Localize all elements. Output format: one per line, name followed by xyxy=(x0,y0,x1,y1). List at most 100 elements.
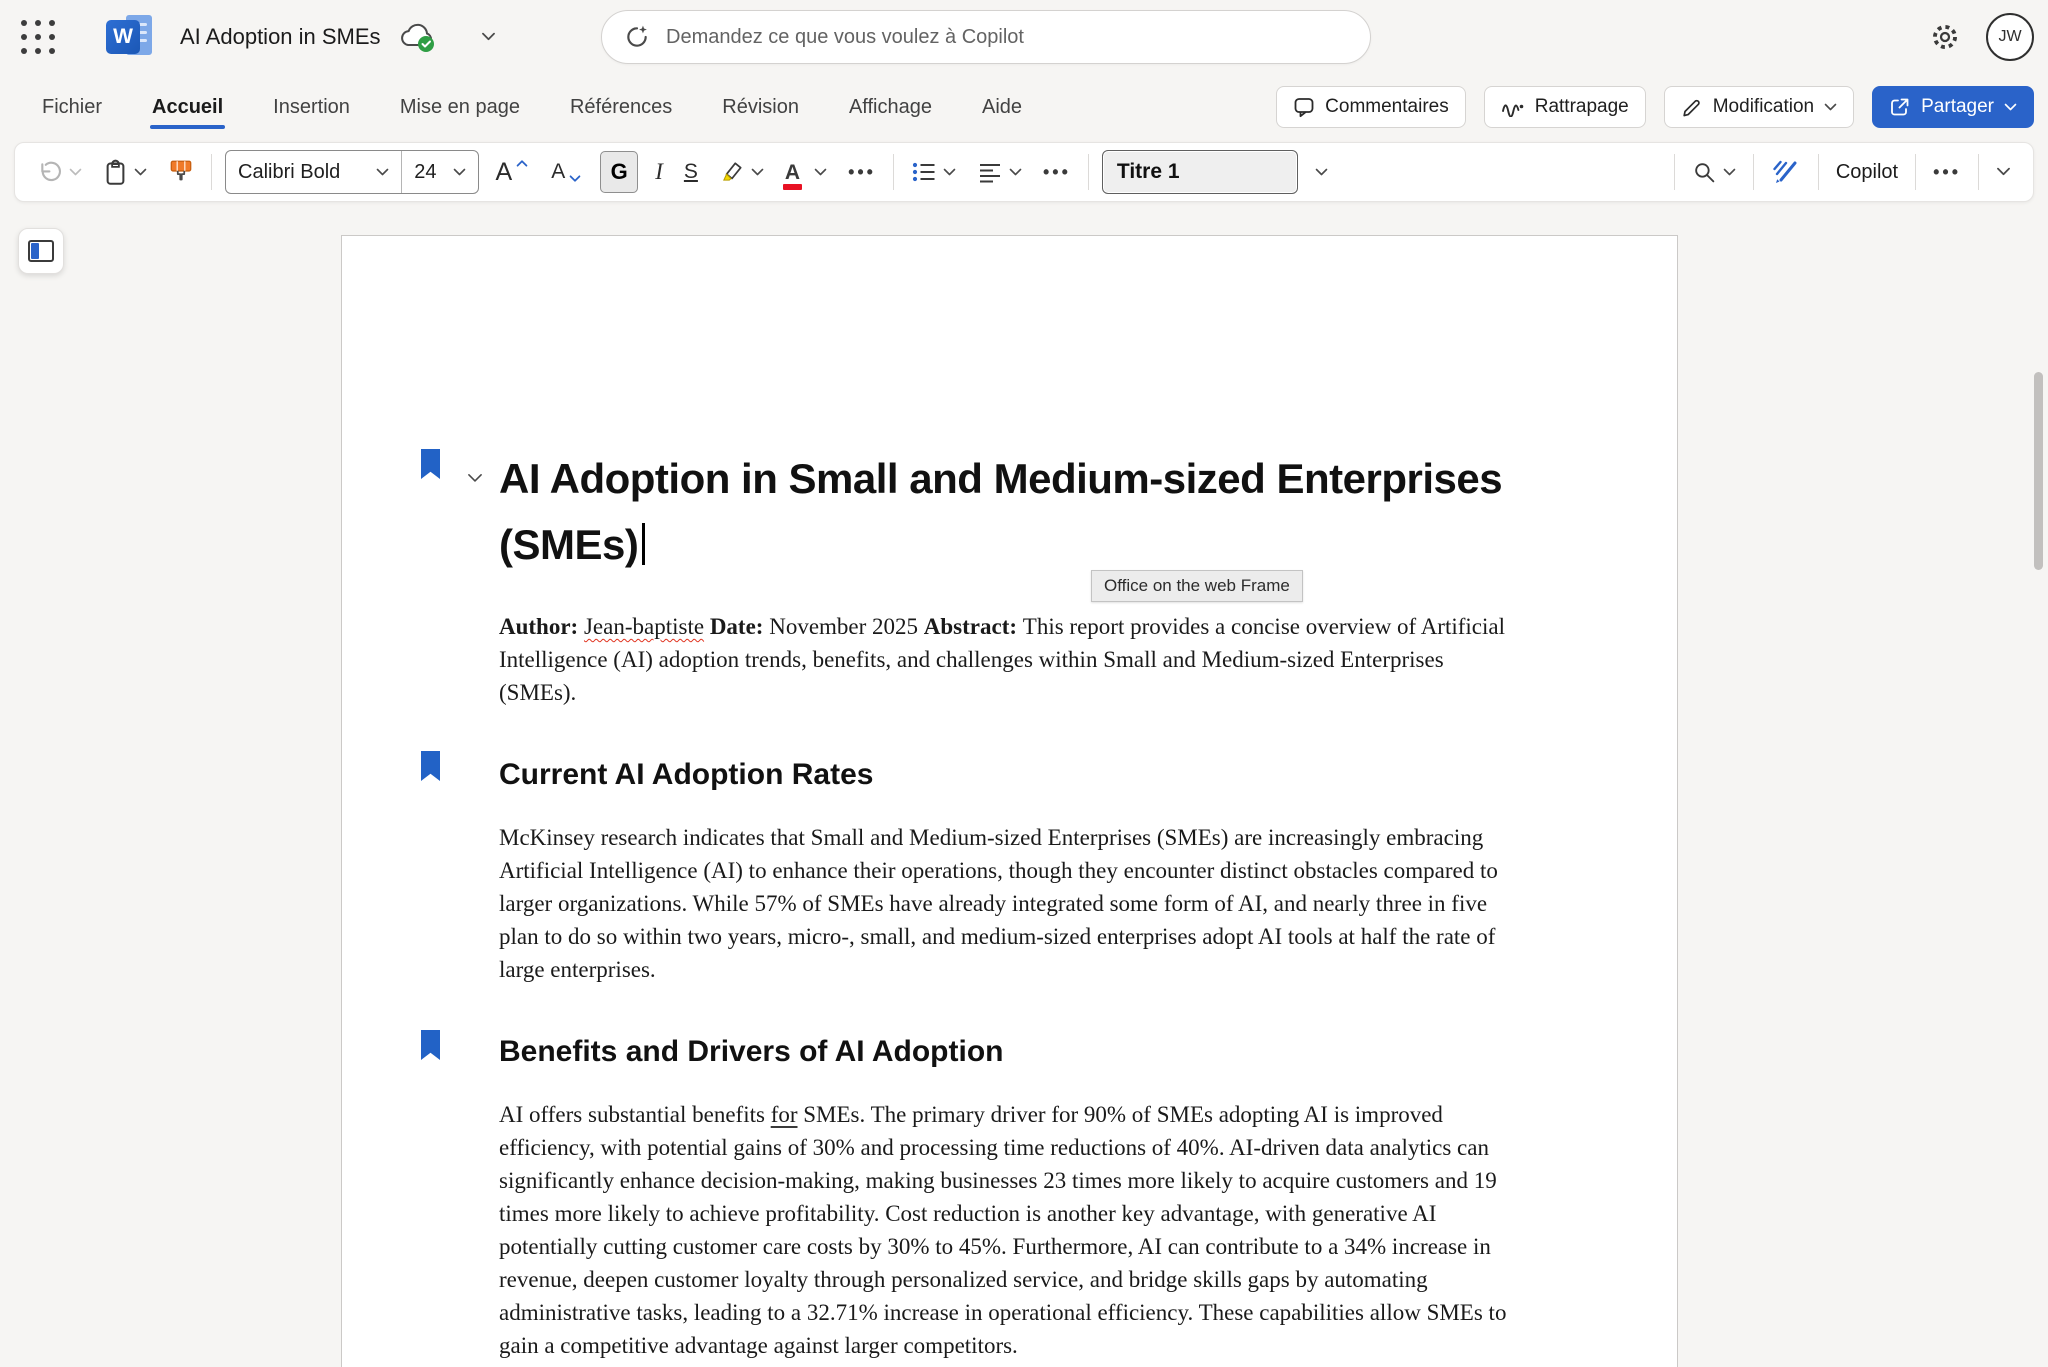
section-heading[interactable]: Current AI Adoption Rates xyxy=(499,756,1514,794)
ribbon-collapse-button[interactable] xyxy=(1992,163,2015,181)
chevron-down-icon xyxy=(943,168,956,177)
document-title[interactable]: AI Adoption in SMEs xyxy=(180,24,381,50)
document-page[interactable]: AI Adoption in Small and Medium-sized En… xyxy=(341,235,1678,1367)
heading-bookmark-icon xyxy=(421,751,440,781)
tab-accueil[interactable]: Accueil xyxy=(150,88,225,127)
editing-mode-button[interactable]: Modification xyxy=(1664,86,1854,128)
tab-insertion[interactable]: Insertion xyxy=(271,88,352,127)
chevron-down-icon xyxy=(1009,168,1022,177)
chevron-down-icon xyxy=(569,175,581,183)
pencil-icon xyxy=(1681,96,1703,118)
copilot-ribbon-button[interactable]: Copilot xyxy=(1832,157,1902,188)
divider xyxy=(1674,154,1675,190)
font-name-select[interactable]: Calibri Bold xyxy=(226,161,401,184)
section-paragraph[interactable]: AI offers substantial benefits for SMEs.… xyxy=(499,1098,1514,1362)
saved-to-cloud-icon xyxy=(397,19,439,55)
alignment-button[interactable] xyxy=(973,156,1026,188)
find-button[interactable] xyxy=(1688,156,1740,189)
chevron-down-icon xyxy=(1315,168,1328,177)
share-icon xyxy=(1889,96,1911,118)
divider xyxy=(1753,154,1754,190)
format-painter-button[interactable] xyxy=(164,154,198,190)
font-color-icon: A xyxy=(785,162,800,183)
settings-gear-icon[interactable] xyxy=(1930,22,1960,52)
account-avatar[interactable]: JW xyxy=(1986,13,2034,61)
tab-revision[interactable]: Révision xyxy=(720,88,801,127)
tab-fichier[interactable]: Fichier xyxy=(40,88,104,127)
search-icon xyxy=(1692,160,1717,185)
tab-affichage[interactable]: Affichage xyxy=(847,88,934,127)
chevron-down-icon xyxy=(814,168,827,177)
app-launcher-icon[interactable] xyxy=(16,15,60,59)
share-button[interactable]: Partager xyxy=(1872,86,2034,128)
copilot-icon xyxy=(624,24,650,50)
copilot-search-input[interactable] xyxy=(666,26,1348,49)
tab-mise-en-page[interactable]: Mise en page xyxy=(398,88,522,127)
divider xyxy=(1088,154,1089,190)
format-painter-icon xyxy=(168,158,194,186)
vertical-scrollbar-thumb[interactable] xyxy=(2034,372,2043,570)
editor-pen-icon xyxy=(1771,158,1801,186)
chevron-down-icon xyxy=(134,168,147,177)
italic-button[interactable]: I xyxy=(651,155,667,189)
chevron-down-icon xyxy=(2004,103,2017,112)
style-select[interactable]: Titre 1 xyxy=(1102,150,1298,194)
chevron-down-icon xyxy=(1723,168,1736,177)
heading-bookmark-icon xyxy=(421,1030,440,1060)
clipboard-icon xyxy=(103,159,128,186)
chevron-down-icon xyxy=(69,168,82,177)
copilot-search-box[interactable] xyxy=(601,10,1371,64)
chevron-up-icon xyxy=(516,159,528,167)
bullet-list-icon xyxy=(911,160,937,184)
section-heading[interactable]: Benefits and Drivers of AI Adoption xyxy=(499,1033,1514,1071)
divider xyxy=(1818,154,1819,190)
undo-button[interactable] xyxy=(33,155,86,189)
tab-aide[interactable]: Aide xyxy=(980,88,1024,127)
chevron-down-icon xyxy=(376,168,389,177)
divider xyxy=(211,154,212,190)
chevron-down-icon xyxy=(1824,103,1837,112)
paste-button[interactable] xyxy=(99,155,151,190)
bold-button[interactable]: G xyxy=(600,151,638,193)
heading-collapse-chevron[interactable] xyxy=(467,473,483,484)
doc-meta-paragraph[interactable]: Author: Jean-baptiste Date: November 202… xyxy=(499,610,1514,709)
pulse-icon xyxy=(1501,97,1525,117)
divider xyxy=(1915,154,1916,190)
font-controls: Calibri Bold 24 xyxy=(225,150,479,194)
navigation-pane-toggle[interactable] xyxy=(18,228,64,274)
grow-font-button[interactable]: A xyxy=(492,154,535,191)
editor-button[interactable] xyxy=(1767,154,1805,190)
style-gallery-chevron[interactable] xyxy=(1311,164,1332,181)
comment-icon xyxy=(1293,96,1315,118)
comments-button[interactable]: Commentaires xyxy=(1276,86,1466,128)
tab-references[interactable]: Références xyxy=(568,88,674,127)
doc-title-heading[interactable]: AI Adoption in Small and Medium-sized En… xyxy=(499,236,1529,578)
undo-icon xyxy=(37,159,63,185)
document-title-chevron-icon[interactable] xyxy=(481,32,496,42)
ribbon-overflow-button[interactable]: ••• xyxy=(1929,158,1965,187)
menubar: Fichier Accueil Insertion Mise en page R… xyxy=(0,74,2048,140)
font-size-select[interactable]: 24 xyxy=(401,151,477,193)
highlight-button[interactable] xyxy=(715,155,768,189)
highlighter-icon xyxy=(719,159,745,185)
side-panel-icon xyxy=(28,240,54,262)
divider xyxy=(893,154,894,190)
more-font-options-button[interactable]: ••• xyxy=(844,158,880,187)
chevron-down-icon xyxy=(1996,167,2011,177)
heading-bookmark-icon xyxy=(421,449,440,479)
font-color-button[interactable]: A xyxy=(781,158,831,187)
chevron-down-icon xyxy=(751,168,764,177)
section-paragraph[interactable]: McKinsey research indicates that Small a… xyxy=(499,821,1514,986)
ribbon-toolbar: Calibri Bold 24 A A G I S A ••• ••• Titr… xyxy=(14,142,2034,202)
divider xyxy=(1978,154,1979,190)
grammar-underlined-word: for xyxy=(771,1102,798,1127)
chevron-down-icon xyxy=(453,168,466,177)
align-left-icon xyxy=(977,160,1003,184)
topbar: W AI Adoption in SMEs JW xyxy=(0,0,2048,74)
word-logo-icon: W xyxy=(104,13,156,61)
more-paragraph-options-button[interactable]: ••• xyxy=(1039,158,1075,187)
bullet-list-button[interactable] xyxy=(907,156,960,188)
shrink-font-button[interactable]: A xyxy=(547,156,587,188)
catch-up-button[interactable]: Rattrapage xyxy=(1484,86,1646,128)
underline-button[interactable]: S xyxy=(680,156,702,188)
